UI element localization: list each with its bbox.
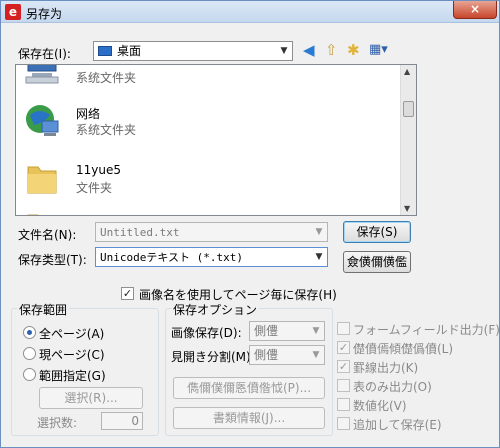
list-item[interactable]: 网络 系统文件夹: [22, 99, 392, 145]
orig-info-checkbox[interactable]: ✓: [337, 341, 350, 354]
title-bar: e 另存为 ×: [1, 1, 499, 23]
numeric-checkbox[interactable]: [337, 398, 350, 411]
select-count-input[interactable]: 0: [101, 412, 143, 430]
view-menu-icon[interactable]: ▦▾: [369, 41, 388, 59]
chevron-down-icon[interactable]: ▼: [308, 322, 324, 340]
image-settings-button[interactable]: 儁儞僕儞悘僨偺怴(P)...: [173, 377, 325, 399]
file-list-scrollbar[interactable]: ▲ ▼: [400, 65, 416, 215]
save-options-title: 保存オプション: [171, 301, 260, 318]
scroll-down-icon[interactable]: ▼: [404, 204, 410, 213]
filetype-value: Unicodeテキスト (*.txt): [100, 251, 244, 264]
range-current-label: 現ページ(C): [39, 348, 105, 362]
range-specified-radio[interactable]: [23, 368, 36, 381]
list-item[interactable]: 系统文件夹: [22, 65, 392, 93]
scroll-up-icon[interactable]: ▲: [404, 67, 410, 76]
chevron-down-icon[interactable]: ▼: [276, 42, 292, 60]
chevron-down-icon[interactable]: ▼: [308, 346, 324, 364]
list-item[interactable]: 11yue5 文件夹: [22, 157, 392, 203]
form-field-output-label: フォームフィールド出力(F): [353, 323, 500, 337]
save-in-label: 保存在(I):: [18, 47, 71, 61]
filename-input[interactable]: Untitled.txt ▼: [95, 222, 328, 242]
file-type: 文件夹: [76, 181, 113, 195]
image-save-label: 画像保存(D):: [171, 326, 242, 340]
table-only-label: 表のみ出力(O): [353, 380, 432, 394]
list-item[interactable]: [22, 209, 392, 215]
filetype-label: 保存类型(T):: [18, 253, 87, 267]
chevron-down-icon[interactable]: ▼: [311, 248, 327, 266]
doc-info-button[interactable]: 書類情報(J)...: [173, 407, 325, 429]
range-all-label: 全ページ(A): [39, 327, 105, 341]
filename-value: Untitled.txt: [100, 226, 180, 239]
image-save-value: 側僼: [254, 324, 279, 338]
range-specified-label: 範囲指定(G): [39, 369, 106, 383]
file-name: 网络: [76, 107, 101, 121]
save-in-value: 桌面: [117, 44, 142, 58]
app-icon: e: [5, 4, 21, 20]
save-range-title: 保存範囲: [17, 301, 70, 318]
desktop-icon: [98, 46, 112, 56]
close-button[interactable]: ×: [453, 1, 497, 19]
image-name-checkbox[interactable]: ✓: [121, 287, 134, 300]
ruled-output-label: 罫線出力(K): [353, 361, 419, 375]
file-type: 系统文件夹: [76, 123, 137, 137]
scroll-thumb[interactable]: [403, 101, 414, 117]
file-type: 系统文件夹: [76, 71, 137, 85]
computer-icon: [25, 65, 59, 84]
form-field-output-checkbox[interactable]: [337, 322, 350, 335]
page-split-value: 側僼: [254, 348, 279, 362]
network-icon: [26, 105, 59, 136]
numeric-label: 数値化(V): [353, 399, 407, 413]
page-split-dropdown[interactable]: 側僼 ▼: [249, 345, 325, 365]
window-title: 另存为: [26, 7, 63, 21]
select-count-label: 選択数:: [37, 416, 78, 430]
append-save-label: 追加して保存(E): [353, 418, 442, 432]
folder-icon: [27, 214, 39, 215]
up-folder-icon[interactable]: ⇧: [325, 41, 338, 59]
cancel-button[interactable]: 僉僙儞僙儖: [343, 251, 411, 273]
chevron-down-icon[interactable]: ▼: [311, 223, 327, 241]
save-button[interactable]: 保存(S): [343, 221, 411, 243]
append-save-checkbox[interactable]: [337, 417, 350, 430]
table-only-checkbox[interactable]: [337, 379, 350, 392]
range-all-radio[interactable]: [23, 326, 36, 339]
select-button[interactable]: 選択(R)...: [39, 387, 143, 409]
filename-label: 文件名(N):: [18, 228, 77, 242]
filetype-dropdown[interactable]: Unicodeテキスト (*.txt) ▼: [95, 247, 328, 267]
file-name: 11yue5: [76, 163, 121, 177]
back-icon[interactable]: ◀: [303, 41, 315, 59]
page-split-label: 見開き分割(M):: [171, 350, 255, 364]
file-list[interactable]: 系统文件夹 网络 系统文件夹 11yue5 文件夹 ▲ ▼: [15, 64, 417, 216]
folder-icon: [27, 166, 57, 194]
save-as-dialog: e 另存为 × 保存在(I): 桌面 ▼ ◀ ⇧ ✱ ▦▾ 系统文件夹 网络 系…: [0, 0, 500, 448]
image-save-dropdown[interactable]: 側僼 ▼: [249, 321, 325, 341]
orig-info-label: 儊僨傿傾儊僞僨(L): [353, 342, 454, 356]
ruled-output-checkbox[interactable]: ✓: [337, 360, 350, 373]
new-folder-icon[interactable]: ✱: [347, 41, 360, 59]
range-current-radio[interactable]: [23, 347, 36, 360]
save-in-dropdown[interactable]: 桌面 ▼: [93, 41, 293, 61]
